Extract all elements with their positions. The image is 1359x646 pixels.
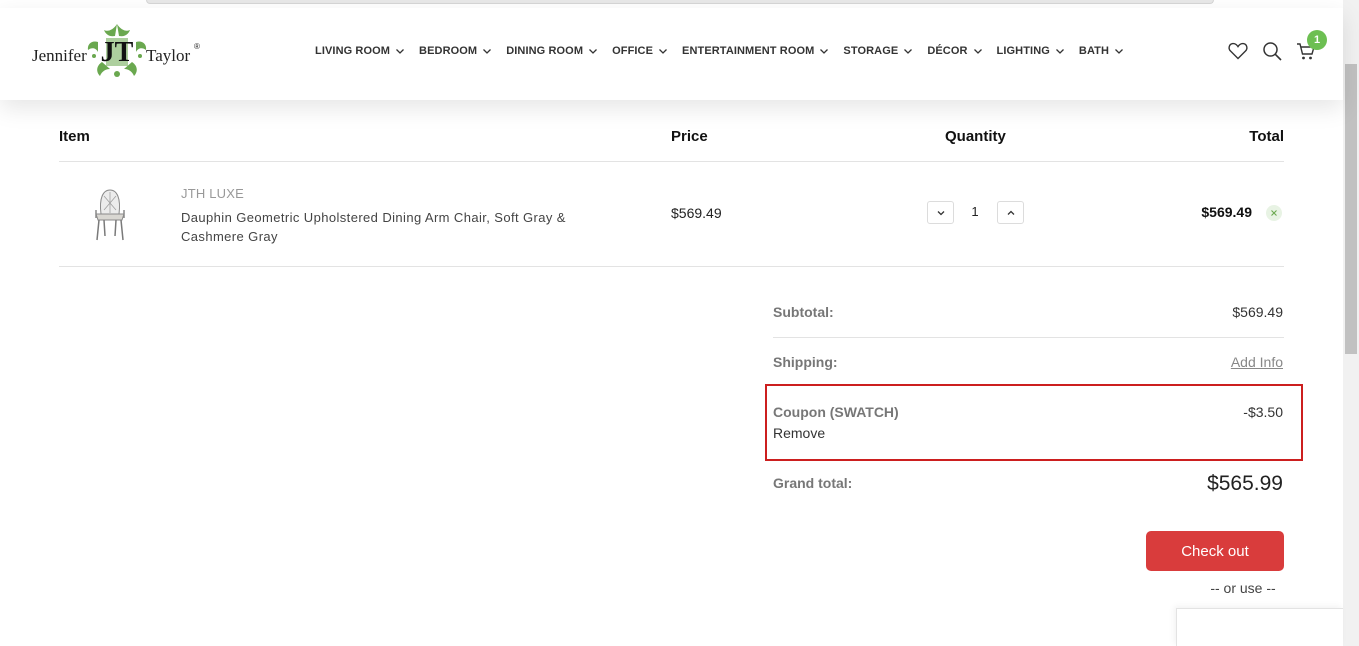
coupon-value: -$3.50 (1243, 404, 1283, 420)
nav-entertainment-room[interactable]: ENTERTAINMENT ROOM (682, 45, 829, 57)
chevron-down-icon (483, 49, 492, 54)
quantity-value[interactable]: 1 (965, 204, 985, 219)
product-brand[interactable]: JTH LUXE (181, 186, 244, 201)
chevron-down-icon (589, 49, 598, 54)
col-header-quantity: Quantity (945, 128, 1006, 145)
coupon-highlight-box (765, 384, 1303, 461)
chevron-down-icon (1055, 49, 1064, 54)
nav-label: BEDROOM (419, 45, 478, 57)
nav-label: BATH (1078, 45, 1110, 57)
chevron-down-icon (937, 210, 944, 215)
chevron-up-icon (1007, 210, 1014, 215)
or-use-text: -- or use -- (1210, 580, 1276, 596)
col-header-item: Item (59, 128, 90, 145)
site-header: Jennifer JT Taylor ® LIVING ROOM BEDROOM… (0, 8, 1343, 100)
browser-bar (146, 0, 1214, 4)
product-thumbnail[interactable] (90, 188, 130, 242)
chevron-down-icon (973, 49, 982, 54)
logo-word-jennifer: Jennifer (32, 46, 87, 65)
chevron-down-icon (904, 49, 913, 54)
payment-widget[interactable] (1176, 608, 1343, 646)
page-scrollbar[interactable] (1343, 0, 1359, 646)
chevron-down-icon (1115, 49, 1124, 54)
nav-office[interactable]: OFFICE (612, 45, 668, 57)
nav-label: OFFICE (612, 45, 654, 57)
main-nav: LIVING ROOM BEDROOM DINING ROOM OFFICE E… (315, 45, 1138, 57)
grand-total-value: $565.99 (1207, 472, 1283, 495)
nav-label: ENTERTAINMENT ROOM (682, 45, 815, 57)
nav-label: LIGHTING (996, 45, 1050, 57)
nav-label: STORAGE (843, 45, 899, 57)
cart-count-badge: 1 (1307, 30, 1327, 50)
product-price: $569.49 (671, 205, 722, 221)
scrollbar-thumb[interactable] (1345, 64, 1357, 354)
nav-storage[interactable]: STORAGE (843, 45, 913, 57)
line-total: $569.49 (1201, 204, 1252, 220)
logo-monogram-icon: JT (87, 24, 147, 77)
header-divider (59, 161, 1284, 162)
logo-word-taylor: Taylor (146, 46, 191, 65)
svg-text:JT: JT (101, 37, 134, 68)
nav-decor[interactable]: DÉCOR (927, 45, 982, 57)
grand-total-label: Grand total: (773, 475, 853, 491)
checkout-button[interactable]: Check out (1146, 531, 1284, 571)
chevron-down-icon (820, 49, 829, 54)
search-icon[interactable] (1261, 40, 1283, 62)
coupon-remove-link[interactable]: Remove (773, 425, 825, 441)
row-divider (59, 266, 1284, 267)
subtotal-divider (773, 337, 1284, 338)
chevron-down-icon (396, 49, 405, 54)
nav-bedroom[interactable]: BEDROOM (419, 45, 492, 57)
browser-top-strip (0, 0, 1359, 8)
logo-registered: ® (194, 42, 200, 51)
shipping-label: Shipping: (773, 354, 838, 370)
col-header-total: Total (1249, 128, 1284, 145)
nav-living-room[interactable]: LIVING ROOM (315, 45, 405, 57)
close-icon (1271, 210, 1277, 216)
shipping-add-info-link[interactable]: Add Info (1231, 354, 1283, 370)
subtotal-label: Subtotal: (773, 304, 834, 320)
heart-icon[interactable] (1227, 40, 1249, 62)
nav-label: DINING ROOM (506, 45, 584, 57)
nav-label: DÉCOR (927, 45, 968, 57)
quantity-decrease-button[interactable] (927, 201, 954, 224)
nav-bath[interactable]: BATH (1079, 45, 1124, 57)
coupon-label: Coupon (SWATCH) (773, 404, 899, 420)
quantity-increase-button[interactable] (997, 201, 1024, 224)
remove-item-button[interactable] (1266, 205, 1282, 221)
subtotal-value: $569.49 (1232, 304, 1283, 320)
chevron-down-icon (659, 49, 667, 54)
site-logo[interactable]: Jennifer JT Taylor ® (30, 22, 210, 82)
nav-lighting[interactable]: LIGHTING (997, 45, 1065, 57)
col-header-price: Price (671, 128, 708, 145)
nav-label: LIVING ROOM (315, 45, 391, 57)
product-name[interactable]: Dauphin Geometric Upholstered Dining Arm… (181, 208, 621, 246)
nav-dining-room[interactable]: DINING ROOM (506, 45, 598, 57)
